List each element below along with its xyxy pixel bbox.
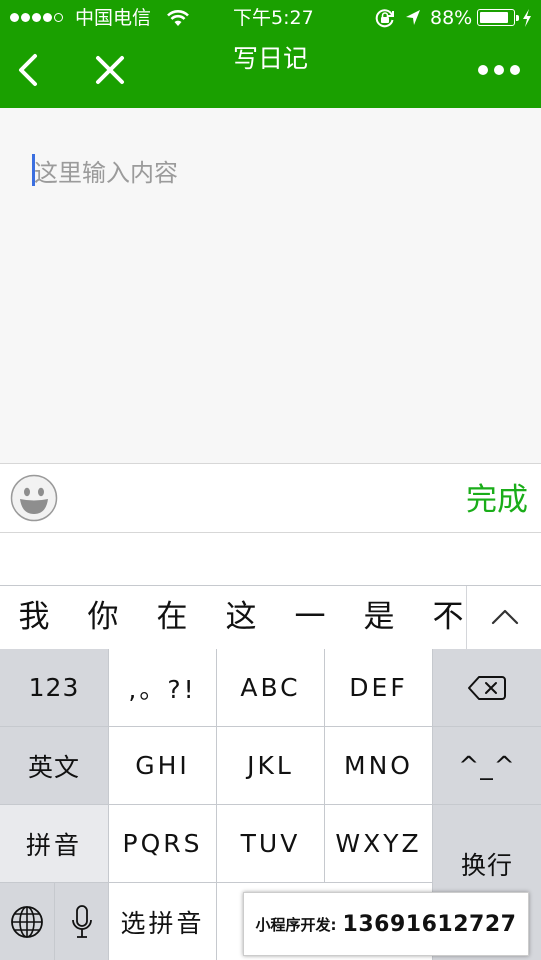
candidate-word[interactable]: 在	[150, 586, 194, 649]
candidate-word[interactable]: 我	[12, 586, 56, 649]
emoticon-key[interactable]: ^_^	[433, 727, 541, 804]
status-time: 下午5:27	[233, 7, 314, 29]
developer-watermark: 小程序开发: 13691612727	[243, 892, 529, 956]
page-title: 写日记	[232, 44, 308, 73]
done-button[interactable]: 完成	[458, 478, 536, 522]
punctuation-key[interactable]: ,。?!	[109, 649, 216, 726]
diary-editor	[0, 108, 541, 463]
signal-strength-icon	[10, 13, 63, 22]
content-input[interactable]	[32, 156, 514, 190]
mno-key[interactable]: MNO	[325, 727, 432, 804]
close-button[interactable]	[92, 52, 128, 88]
globe-icon	[11, 905, 43, 938]
wxyz-key[interactable]: WXYZ	[325, 805, 432, 882]
microphone-icon	[71, 904, 92, 938]
battery-icon	[477, 9, 519, 26]
chevron-up-icon	[491, 609, 519, 625]
candidate-word[interactable]: 是	[357, 586, 401, 649]
rotation-lock-icon	[374, 7, 396, 35]
battery-percent: 88%	[430, 7, 473, 29]
select-pinyin-key[interactable]: 选拼音	[109, 883, 216, 960]
candidate-word[interactable]: 不	[426, 586, 470, 649]
ghi-key[interactable]: GHI	[109, 727, 216, 804]
more-dots-icon	[478, 65, 488, 75]
watermark-label: 小程序开发:	[255, 915, 337, 934]
english-key[interactable]: 英文	[0, 727, 108, 804]
close-icon	[96, 56, 124, 84]
location-arrow-icon	[404, 8, 422, 34]
candidate-word[interactable]: 一	[288, 586, 332, 649]
globe-key[interactable]	[0, 883, 54, 960]
text-cursor	[32, 154, 35, 186]
nav-bar: 中国电信 下午5:27 88% 写日记	[0, 0, 541, 108]
candidate-bar: 我 你 在 这 一 是 不	[0, 586, 541, 649]
emoji-icon	[10, 474, 58, 522]
dictation-key[interactable]	[55, 883, 108, 960]
more-button[interactable]	[478, 62, 522, 78]
backspace-icon	[468, 675, 506, 700]
watermark-phone: 13691612727	[342, 911, 517, 937]
numbers-key[interactable]: 123	[0, 649, 108, 726]
abc-key[interactable]: ABC	[217, 649, 324, 726]
jkl-key[interactable]: JKL	[217, 727, 324, 804]
pinyin-key[interactable]: 拼音	[0, 805, 108, 882]
tuv-key[interactable]: TUV	[217, 805, 324, 882]
input-accessory-area	[0, 533, 541, 586]
candidate-word[interactable]: 这	[219, 586, 263, 649]
chevron-left-icon	[19, 54, 37, 86]
candidate-word[interactable]: 你	[81, 586, 125, 649]
delete-key[interactable]	[433, 649, 541, 726]
expand-candidates-button[interactable]	[466, 586, 541, 649]
emoji-button[interactable]	[10, 474, 58, 522]
carrier-name: 中国电信	[75, 7, 152, 29]
back-button[interactable]	[14, 52, 44, 88]
def-key[interactable]: DEF	[325, 649, 432, 726]
pqrs-key[interactable]: PQRS	[109, 805, 216, 882]
charging-bolt-icon	[521, 8, 533, 34]
wifi-icon	[166, 8, 190, 34]
